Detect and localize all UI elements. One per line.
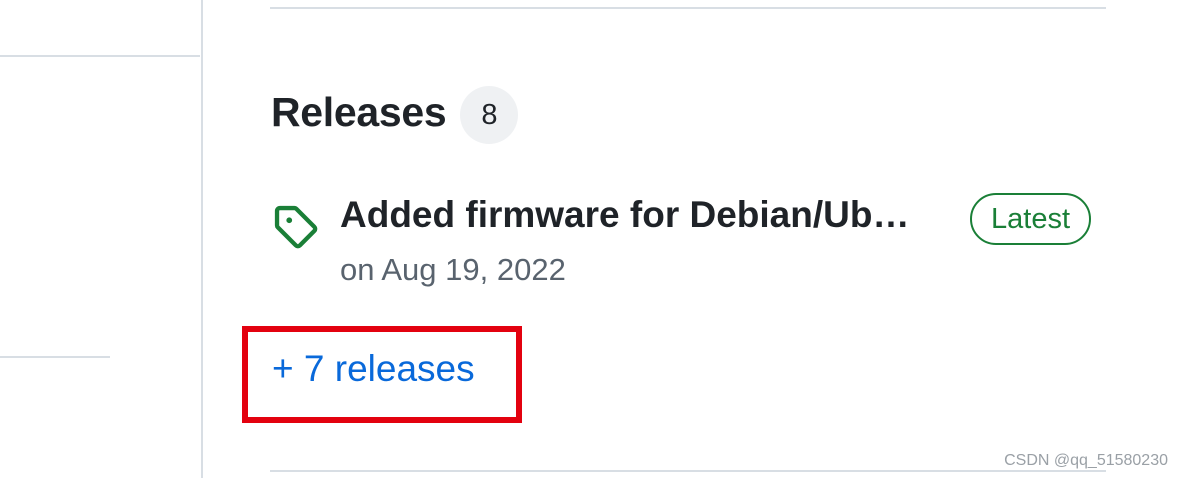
left-panel-divider [0,55,200,57]
section-divider-bottom [270,470,1106,472]
watermark: CSDN @qq_51580230 [1004,452,1168,469]
releases-heading-link[interactable]: Releases 8 [271,80,519,144]
releases-title: Releases [271,88,447,135]
more-releases-link[interactable]: + 7 releases [272,348,475,390]
latest-badge: Latest [970,193,1091,245]
tag-icon [274,205,318,249]
section-divider-top [270,7,1106,9]
column-divider [201,0,203,478]
latest-release-link[interactable]: Added firmware for Debian/Ub… [340,194,909,236]
latest-release-entry: Added firmware for Debian/Ub… Latest on … [272,190,1112,300]
left-panel-divider [0,356,110,358]
release-date: on Aug 19, 2022 [340,252,566,287]
releases-count-badge: 8 [460,86,519,144]
